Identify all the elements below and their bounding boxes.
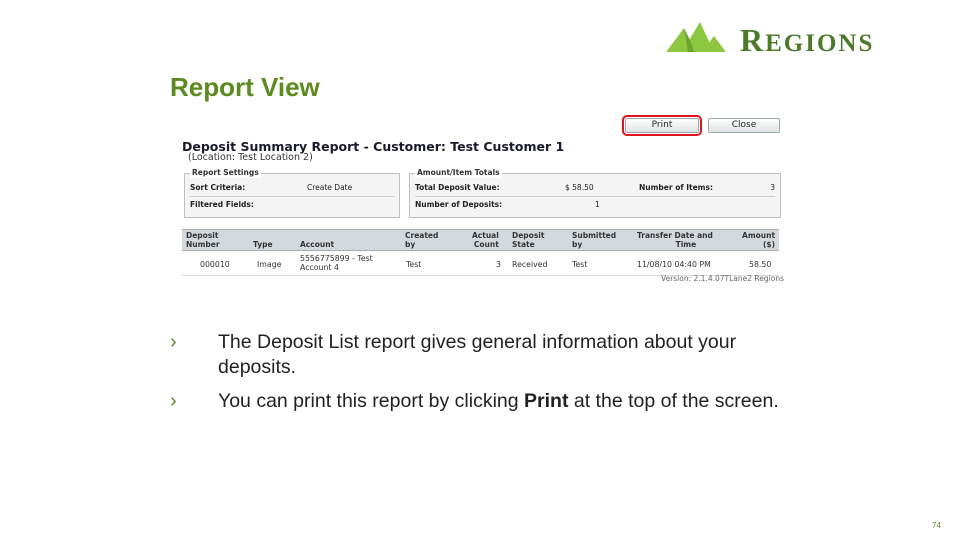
cell-amount: 58.50 [749,260,772,269]
col-account: Account [300,240,335,249]
num-items-label: Number of Items: [639,183,713,192]
cell-transfer-date: 11/08/10 04:40 PM [637,260,711,269]
col-deposit-state: Deposit State [512,231,545,249]
num-items-value: 3 [770,183,775,192]
chevron-right-icon: › [170,331,177,353]
col-amount: Amount ($) [742,231,776,249]
deposit-table: Deposit Number Type Account Created by Act… [182,229,779,276]
cell-account: 5556775899 - Test Account 4 [300,254,373,272]
total-value-label: Total Deposit Value: [415,183,500,192]
sort-criteria-value: Create Date [307,183,353,192]
table-row[interactable]: 000010 Image 5556775899 - Test Account 4 … [182,251,779,276]
regions-logo: REGIONS [664,18,924,58]
report-settings-group: Report Settings Sort Criteria: Create Da… [184,168,400,218]
total-value: $ 58.50 [565,183,594,192]
print-button[interactable]: Print [622,115,702,136]
cell-deposit-number: 000010 [200,260,230,269]
sort-criteria-label: Sort Criteria: [190,183,246,192]
cell-submitted-by: Test [572,260,588,269]
cell-type: Image [257,260,282,269]
report-location: (Location: Test Location 2) [188,152,313,163]
filtered-fields-label: Filtered Fields: [190,200,254,209]
col-created-by: Created by [405,231,439,249]
slide-title: Report View [170,72,320,102]
version-label: Version: 2.1.4.07TLane2 Regions [661,274,784,283]
cell-created-by: Test [406,260,422,269]
num-deposits-value: 1 [595,200,600,209]
col-deposit-number: Deposit Number [186,231,220,249]
col-actual-count: Actual Count [472,231,499,249]
col-type: Type [253,240,273,249]
totals-group: Amount/Item Totals Total Deposit Value: … [409,168,781,218]
print-emphasis: Print [524,390,569,412]
col-transfer-date: Transfer Date and Time [637,231,713,249]
chevron-right-icon: › [170,390,177,412]
page-number: 74 [932,521,941,530]
cell-deposit-state: Received [512,260,548,269]
close-button[interactable]: Close [708,118,780,133]
report-settings-legend: Report Settings [190,168,261,178]
cell-actual-count: 3 [496,260,501,269]
regions-leaf-icon [666,22,726,52]
report-screenshot: Print Close Deposit Summary Report - Cus… [170,112,786,288]
regions-wordmark: REGIONS [740,22,875,58]
totals-legend: Amount/Item Totals [415,168,502,178]
bullet-text: You can print this report by clicking Pr… [218,390,779,412]
col-submitted-by: Submitted by [572,231,617,249]
table-header: Deposit Number Type Account Created by Act… [182,229,779,251]
bullet-text: The Deposit List report gives general in… [218,331,737,378]
num-deposits-label: Number of Deposits: [415,200,503,209]
